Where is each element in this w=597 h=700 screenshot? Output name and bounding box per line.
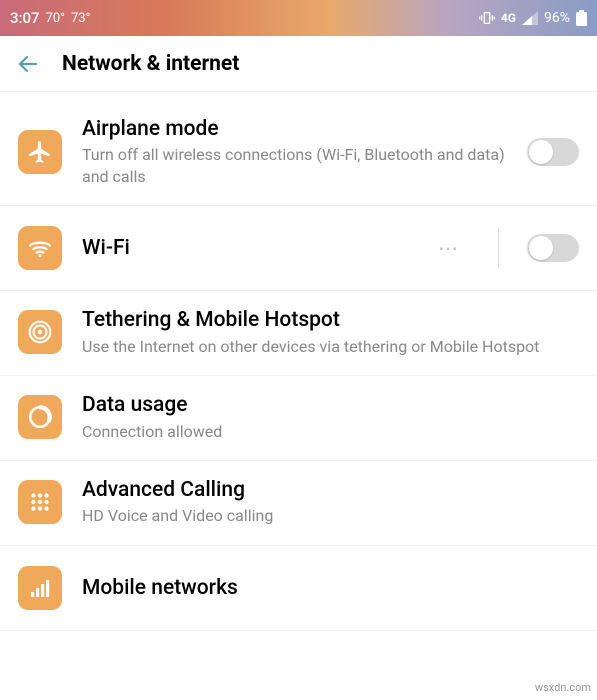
data-usage-icon — [18, 395, 62, 439]
item-subtitle: Use the Internet on other devices via te… — [82, 336, 579, 358]
signal-icon — [522, 11, 538, 25]
network-4g-icon: 4G — [501, 11, 516, 25]
item-subtitle: HD Voice and Video calling — [82, 505, 579, 527]
item-text: Tethering & Mobile Hotspot Use the Inter… — [82, 307, 579, 357]
watermark: wsxdn.com — [535, 681, 591, 694]
item-text: Mobile networks — [82, 575, 579, 601]
item-advanced-calling[interactable]: Advanced Calling HD Voice and Video call… — [0, 461, 597, 546]
status-time: 3:07 — [10, 9, 40, 27]
app-header: Network & internet — [0, 36, 597, 92]
vibrate-icon — [479, 10, 495, 26]
item-text: Wi-Fi — [82, 235, 408, 261]
airplane-toggle[interactable] — [527, 138, 579, 166]
wifi-toggle[interactable] — [527, 234, 579, 262]
advanced-calling-icon — [18, 480, 62, 524]
battery-percent: 96% — [544, 10, 570, 26]
back-arrow-icon — [16, 52, 40, 76]
divider — [498, 228, 499, 268]
item-title: Tethering & Mobile Hotspot — [82, 307, 579, 333]
item-text: Advanced Calling HD Voice and Video call… — [82, 477, 579, 527]
mobile-networks-icon — [18, 566, 62, 610]
item-airplane-mode[interactable]: Airplane mode Turn off all wireless conn… — [0, 100, 597, 206]
status-temp-2: 73° — [71, 11, 90, 26]
wifi-more-icon[interactable]: ⋯ — [428, 236, 470, 260]
item-title: Airplane mode — [82, 116, 507, 142]
item-subtitle: Connection allowed — [82, 421, 579, 443]
status-right: 4G 96% — [479, 10, 587, 26]
item-subtitle: Turn off all wireless connections (Wi-Fi… — [82, 144, 507, 187]
wifi-icon — [18, 226, 62, 270]
page-title: Network & internet — [62, 52, 239, 76]
status-left: 3:07 70° 73° — [10, 9, 90, 27]
status-bar: 3:07 70° 73° 4G 96% — [0, 0, 597, 36]
back-button[interactable] — [16, 52, 40, 76]
item-title: Wi-Fi — [82, 235, 408, 261]
item-text: Data usage Connection allowed — [82, 392, 579, 442]
item-data-usage[interactable]: Data usage Connection allowed — [0, 376, 597, 461]
network-label: 4G — [501, 11, 516, 25]
item-wifi[interactable]: Wi-Fi ⋯ — [0, 206, 597, 291]
item-title: Mobile networks — [82, 575, 579, 601]
item-title: Data usage — [82, 392, 579, 418]
status-temp-1: 70° — [46, 11, 65, 26]
battery-icon — [576, 10, 587, 26]
hotspot-icon — [18, 310, 62, 354]
settings-list: Airplane mode Turn off all wireless conn… — [0, 92, 597, 631]
item-text: Airplane mode Turn off all wireless conn… — [82, 116, 507, 187]
airplane-icon — [18, 130, 62, 174]
item-tethering[interactable]: Tethering & Mobile Hotspot Use the Inter… — [0, 291, 597, 376]
item-mobile-networks[interactable]: Mobile networks — [0, 546, 597, 631]
item-title: Advanced Calling — [82, 477, 579, 503]
